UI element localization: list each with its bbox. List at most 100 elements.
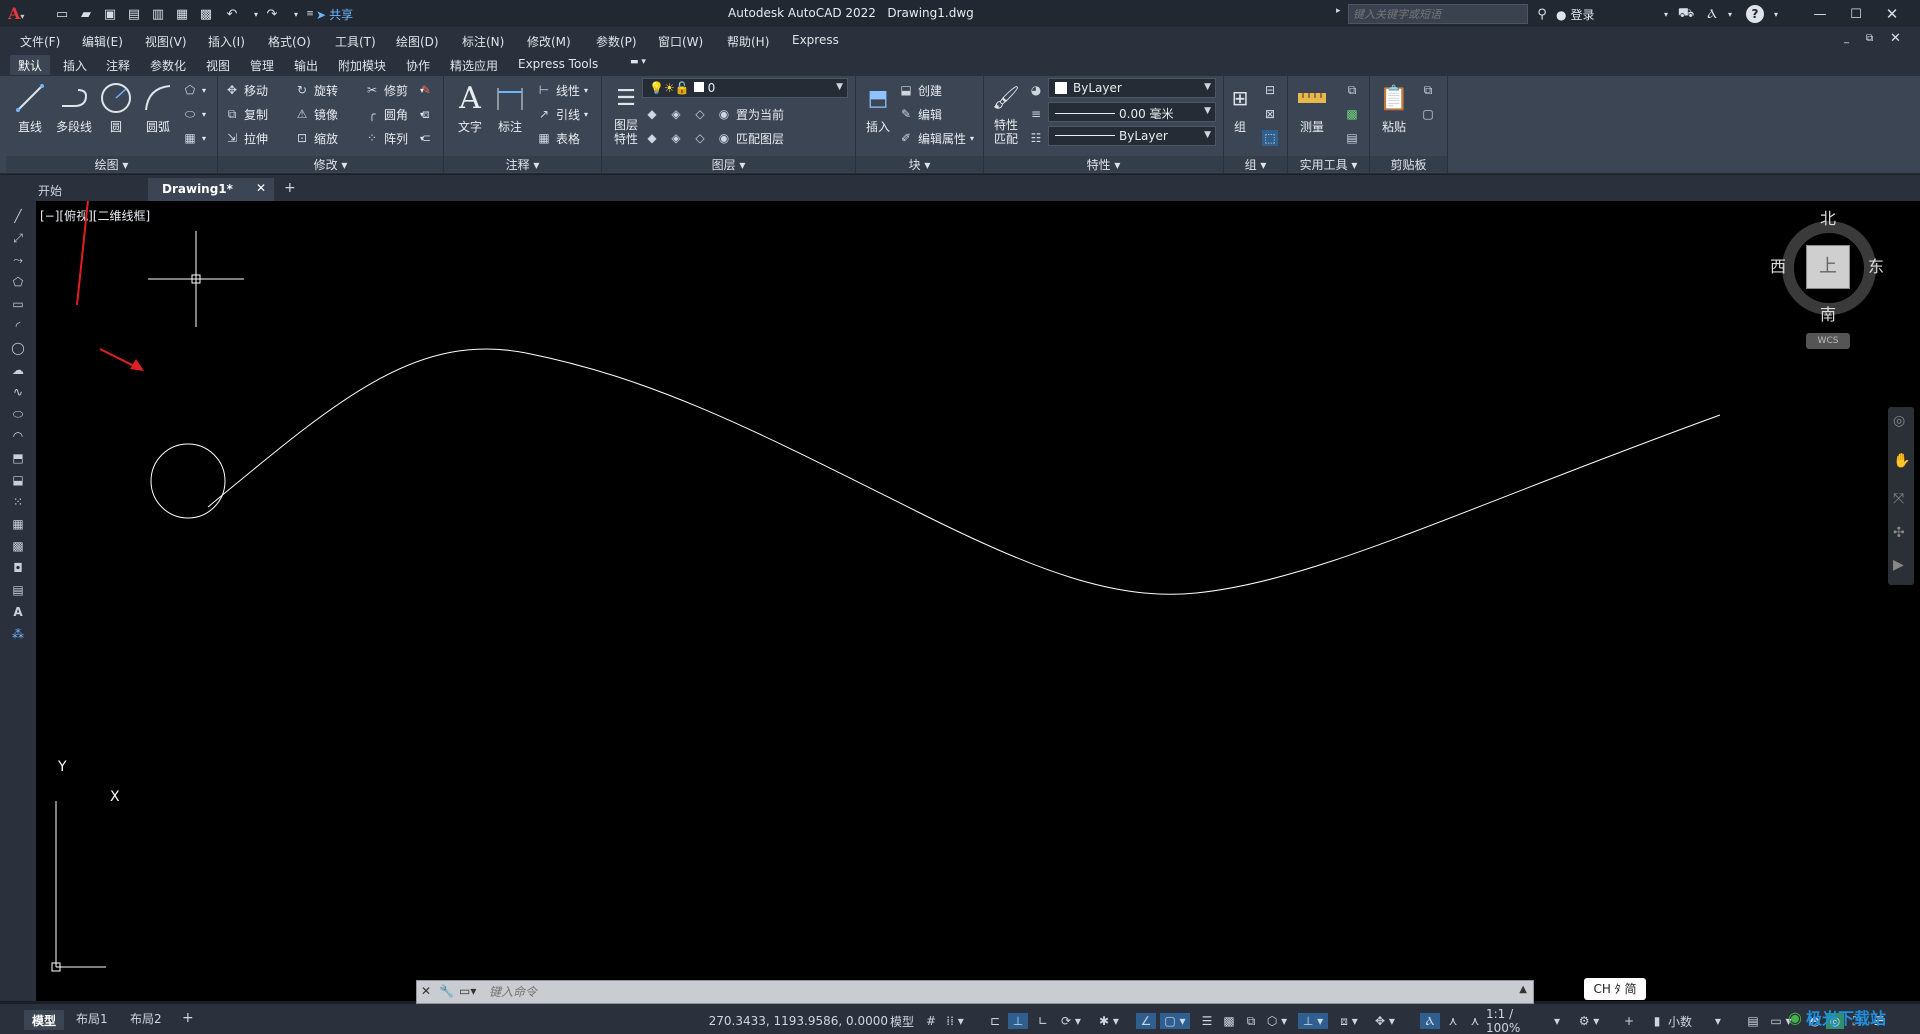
groups-panel-title[interactable]: 组 ▾ <box>1224 156 1287 172</box>
measure-button[interactable]: 测量 <box>1290 80 1334 135</box>
3d-osnap-icon[interactable]: ⬡ ▾ <box>1262 1013 1292 1029</box>
menu-file[interactable]: 文件(F) <box>20 33 60 50</box>
point-tool-icon[interactable]: ⁙ <box>8 493 28 511</box>
annotation-scale-readout[interactable]: 1:1 / 100% ▾ <box>1486 1007 1560 1034</box>
tab-drawing1[interactable]: Drawing1* ✕ <box>148 178 274 201</box>
scale-button[interactable]: ⊡ 缩放 <box>294 128 338 148</box>
fillet-button[interactable]: ╭ 圆角 ▾ <box>364 104 424 124</box>
help-dropdown-icon[interactable]: ▾ <box>1766 4 1786 24</box>
select-all-button[interactable]: ▩ <box>1344 104 1364 124</box>
tab-home[interactable]: 默认 <box>10 55 51 75</box>
create-block-button[interactable]: ⬓ 创建 <box>898 80 942 100</box>
polygon-tool-icon[interactable]: ⬠ <box>8 273 28 291</box>
make-block-tool-icon[interactable]: ⬓ <box>8 471 28 489</box>
annotation-visibility-icon[interactable]: Ⲁ <box>1420 1013 1440 1029</box>
snap-mode-icon[interactable]: ⁞⁞ ▾ <box>940 1013 970 1029</box>
command-history-icon[interactable]: ▲ <box>1519 984 1527 995</box>
polygon-button[interactable]: ⬠ ▾ <box>182 80 206 100</box>
set-current-button[interactable]: ◉ 置为当前 <box>716 104 784 124</box>
edit-attribute-button[interactable]: ✐ 编辑属性 ▾ <box>898 128 974 148</box>
properties-panel-title[interactable]: 特性 ▾ <box>984 156 1223 172</box>
tab-output[interactable]: 输出 <box>286 55 326 75</box>
command-close-icon[interactable]: ✕ <box>421 984 431 998</box>
match-properties-button[interactable]: 🖌 特性匹配 <box>984 80 1028 147</box>
ungroup-button[interactable]: ⊟ <box>1262 80 1282 100</box>
menu-modify[interactable]: 修改(M) <box>527 33 571 50</box>
showmotion-icon[interactable]: ▶ <box>1893 557 1904 573</box>
linetype-icon-button[interactable]: ☷ <box>1028 128 1048 148</box>
modify-panel-title[interactable]: 修改 ▾ <box>218 156 443 172</box>
copy-clip-button[interactable]: ⧉ <box>1420 80 1440 100</box>
search-icon[interactable]: ⚲ <box>1532 4 1552 24</box>
dimension-button[interactable]: 标注 <box>488 80 532 135</box>
ellipse-button[interactable]: ⬭ ▾ <box>182 104 206 124</box>
leader-button[interactable]: ↗ 引线 ▾ <box>536 104 588 124</box>
menu-view[interactable]: 视图(V) <box>145 33 187 50</box>
table-button[interactable]: ▦ 表格 <box>536 128 580 148</box>
share-button[interactable]: ➤ 共享 <box>316 6 353 23</box>
command-input[interactable] <box>489 982 1499 1002</box>
search-field[interactable] <box>1349 5 1527 23</box>
redo-icon[interactable]: ↷ <box>262 4 282 24</box>
print-icon[interactable]: ▩ <box>196 4 216 24</box>
tab-close-icon[interactable]: ✕ <box>256 181 266 195</box>
cut-button[interactable]: ▢ <box>1420 104 1440 124</box>
menu-parametric[interactable]: 参数(P) <box>596 33 637 50</box>
tab-insert[interactable]: 插入 <box>55 55 95 75</box>
dynamic-ucs-icon[interactable]: ⊥ ▾ <box>1298 1013 1328 1029</box>
layer-tool-2[interactable]: ◈ <box>668 104 688 124</box>
tab-view[interactable]: 视图 <box>198 55 238 75</box>
ellipse-arc-tool-icon[interactable]: ◠ <box>8 427 28 445</box>
selection-cycling-icon[interactable]: ⧉ <box>1242 1013 1260 1029</box>
lineweight-toggle-icon[interactable]: ☰ <box>1198 1013 1216 1029</box>
menu-insert[interactable]: 插入(I) <box>208 33 245 50</box>
insert-block-button[interactable]: ⬒ 插入 <box>856 80 900 135</box>
line-button[interactable]: 直线 <box>8 80 52 135</box>
tab-collaborate[interactable]: 协作 <box>398 55 438 75</box>
doc-close-icon[interactable]: ✕ <box>1890 31 1901 46</box>
autocad-logo-icon[interactable]: A▾ <box>8 4 34 24</box>
rotate-button[interactable]: ↻ 旋转 <box>294 80 338 100</box>
group-button[interactable]: ⊞ 组 <box>1222 80 1258 135</box>
table-tool-icon[interactable]: ▤ <box>8 581 28 599</box>
compass-south[interactable]: 南 <box>1820 301 1836 325</box>
copy-button[interactable]: ⧉ 复制 <box>224 104 268 124</box>
menu-tools[interactable]: 工具(T) <box>335 33 376 50</box>
help-icon[interactable]: ? <box>1746 5 1764 23</box>
polyline-button[interactable]: 多段线 <box>52 80 96 135</box>
array-button[interactable]: ⁘ 阵列 ▾ <box>364 128 424 148</box>
offset-button[interactable]: ⊂ <box>418 128 438 148</box>
line-tool-icon[interactable]: ╱ <box>8 207 28 225</box>
construction-line-icon[interactable]: ⤢ <box>8 229 28 247</box>
command-customize-icon[interactable]: 🔧 <box>439 984 454 998</box>
recent-commands-icon[interactable]: ▭▾ <box>459 984 476 998</box>
compass-west[interactable]: 西 <box>1770 253 1786 277</box>
tab-layout2[interactable]: 布局2 <box>130 1010 162 1030</box>
viewcube[interactable]: 上 北 南 东 西 <box>1770 209 1884 324</box>
group-select-button[interactable]: ⬚ <box>1262 128 1282 148</box>
tab-featured-apps[interactable]: 精选应用 <box>442 55 506 75</box>
annotation-scale-icon[interactable]: ⋏ <box>1466 1013 1484 1029</box>
quick-properties-icon[interactable]: ▤ <box>1744 1013 1762 1029</box>
gizmo-icon[interactable]: ✥ ▾ <box>1370 1013 1400 1029</box>
a360-dropdown-icon[interactable]: ▾ <box>1720 4 1740 24</box>
erase-button[interactable]: ✎ <box>418 80 438 100</box>
color-wheel-button[interactable]: ◕ <box>1028 80 1048 100</box>
insert-block-tool-icon[interactable]: ⬒ <box>8 449 28 467</box>
model-space-toggle[interactable]: 模型 <box>886 1013 918 1029</box>
maximize-icon[interactable]: ☐ <box>1846 4 1866 24</box>
menu-draw[interactable]: 绘图(D) <box>396 33 439 50</box>
ime-indicator[interactable]: CH ﾀ 简 <box>1584 978 1646 1000</box>
mtext-tool-icon[interactable]: A <box>8 603 28 621</box>
units-dropdown[interactable]: 小数 ▾ <box>1668 1013 1742 1029</box>
trim-button[interactable]: ✂ 修剪 ▾ <box>364 80 424 100</box>
hatch-tool-icon[interactable]: ▦ <box>8 515 28 533</box>
linetype-dropdown[interactable]: ByLayer ▼ <box>1048 126 1216 146</box>
spline-tool-icon[interactable]: ∿ <box>8 383 28 401</box>
arc-button[interactable]: 圆弧 <box>136 80 180 135</box>
quick-select-button[interactable]: ⧉ <box>1344 80 1364 100</box>
lineweight-icon-button[interactable]: ≡ <box>1028 104 1048 124</box>
doc-minimize-icon[interactable]: _ <box>1844 33 1849 44</box>
new-file-icon[interactable]: ▭ <box>52 4 72 24</box>
ellipse-tool-icon[interactable]: ⬭ <box>8 405 28 423</box>
